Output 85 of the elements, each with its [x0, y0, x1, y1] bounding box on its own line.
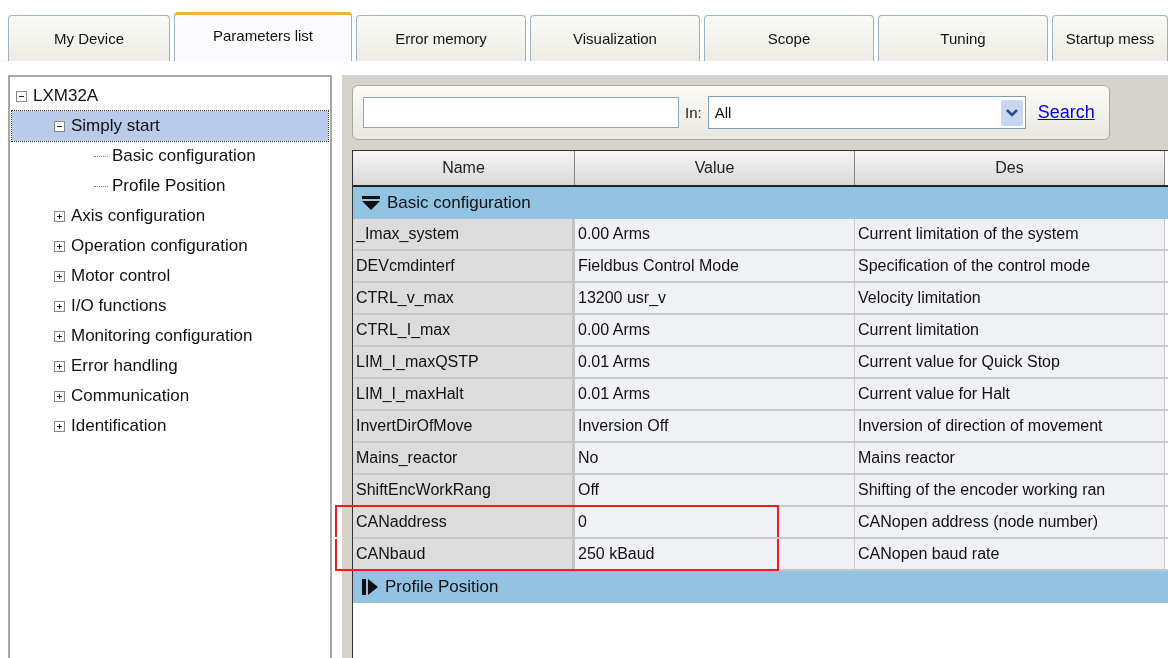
value-cell: 13200 usr_v — [575, 283, 855, 313]
name-cell: ShiftEncWorkRang — [353, 475, 575, 505]
table-row[interactable]: Mains_reactor No Mains reactor — [353, 443, 1168, 475]
description-cell: Shifting of the encoder working ran — [855, 475, 1165, 505]
value-cell: Fieldbus Control Mode — [575, 251, 855, 281]
tab[interactable]: Startup mess — [1052, 15, 1168, 61]
name-cell: _Imax_system — [353, 219, 575, 249]
table-row[interactable]: LIM_I_maxHalt 0.01 Arms Current value for Halt — [353, 379, 1168, 411]
expand-icon[interactable] — [54, 240, 65, 252]
value-cell: No — [575, 443, 855, 473]
description-cell: Current value for Quick Stop — [855, 347, 1165, 377]
table-row[interactable]: InvertDirOfMove Inversion Off Inversion of direction of movement — [353, 411, 1168, 443]
scope-dropdown[interactable]: All — [707, 96, 1026, 129]
expand-icon[interactable] — [54, 210, 65, 222]
tree-item[interactable]: Operation configuration — [12, 231, 328, 261]
description-cell: Specification of the control mode — [855, 251, 1165, 281]
tab[interactable]: My Device — [8, 15, 170, 61]
tree-item[interactable]: Simply start — [12, 111, 328, 141]
expand-icon[interactable] — [54, 270, 65, 282]
group-label: Profile Position — [385, 577, 499, 597]
name-cell: CANaddress — [353, 507, 575, 537]
tab[interactable]: Tuning — [878, 15, 1048, 61]
value-cell: 250 kBaud — [575, 539, 855, 569]
in-label: In: — [685, 104, 702, 121]
tree-item[interactable]: I/O functions — [12, 291, 328, 321]
tree-item[interactable]: Motor control — [12, 261, 328, 291]
column-header[interactable]: Name — [353, 151, 575, 185]
name-cell: CTRL_v_max — [353, 283, 575, 313]
tree-item[interactable]: Error handling — [12, 351, 328, 381]
expand-icon[interactable] — [54, 300, 65, 312]
value-cell: Off — [575, 475, 855, 505]
description-cell: Current limitation of the system — [855, 219, 1165, 249]
name-cell: InvertDirOfMove — [353, 411, 575, 441]
table-row[interactable]: DEVcmdinterf Fieldbus Control Mode Specification of the control mode — [353, 251, 1168, 283]
tab[interactable]: Parameters list — [174, 12, 352, 61]
value-cell: 0.00 Arms — [575, 219, 855, 249]
description-cell: CANopen address (node number) — [855, 507, 1165, 537]
tree-item[interactable]: Basic configuration — [12, 141, 328, 171]
column-header[interactable]: Value — [575, 151, 855, 185]
tab[interactable]: Scope — [704, 15, 874, 61]
tree-item[interactable]: Communication — [12, 381, 328, 411]
name-cell: LIM_I_maxHalt — [353, 379, 575, 409]
tree-item[interactable]: LXM32A — [12, 81, 328, 111]
expand-icon[interactable] — [54, 330, 65, 342]
expand-icon[interactable] — [54, 360, 65, 372]
value-cell: 0 — [575, 507, 855, 537]
table-row[interactable]: CTRL_v_max 13200 usr_v Velocity limitation — [353, 283, 1168, 315]
description-cell: CANopen baud rate — [855, 539, 1165, 569]
description-cell: Current value for Halt — [855, 379, 1165, 409]
collapse-icon[interactable] — [54, 120, 65, 132]
caret-icon — [1000, 99, 1023, 126]
name-cell: LIM_I_maxQSTP — [353, 347, 575, 377]
search-link[interactable]: Search — [1037, 102, 1095, 123]
tree-item[interactable]: Monitoring configuration — [12, 321, 328, 351]
value-cell: Inversion Off — [575, 411, 855, 441]
value-cell: 0.01 Arms — [575, 347, 855, 377]
description-cell: Inversion of direction of movement — [855, 411, 1165, 441]
name-cell: DEVcmdinterf — [353, 251, 575, 281]
collapse-icon[interactable] — [16, 90, 27, 102]
name-cell: Mains_reactor — [353, 443, 575, 473]
name-cell: CTRL_I_max — [353, 315, 575, 345]
group-label: Basic configuration — [387, 193, 531, 213]
group-row[interactable]: Basic configuration — [353, 187, 1168, 219]
table-row[interactable]: _Imax_system 0.00 Arms Current limitation of the system — [353, 219, 1168, 251]
table-row[interactable]: CTRL_I_max 0.00 Arms Current limitation — [353, 315, 1168, 347]
table-row[interactable]: LIM_I_maxQSTP 0.01 Arms Current value for Quick Stop — [353, 347, 1168, 379]
tree-item[interactable]: Identification — [12, 411, 328, 441]
description-cell: Mains reactor — [855, 443, 1165, 473]
collapse-icon[interactable] — [361, 195, 381, 211]
tab[interactable]: Error memory — [356, 15, 526, 61]
tab[interactable]: Visualization — [530, 15, 700, 61]
tree-item[interactable]: Axis configuration — [12, 201, 328, 231]
value-cell: 0.01 Arms — [575, 379, 855, 409]
description-cell: Current limitation — [855, 315, 1165, 345]
expand-icon[interactable] — [361, 578, 379, 596]
expand-icon[interactable] — [54, 390, 65, 402]
description-cell: Velocity limitation — [855, 283, 1165, 313]
table-row[interactable]: ShiftEncWorkRang Off Shifting of the encoder working ran — [353, 475, 1168, 507]
column-header[interactable]: Des — [855, 151, 1165, 185]
name-cell: CANbaud — [353, 539, 575, 569]
expand-icon[interactable] — [54, 420, 65, 432]
tree-item[interactable]: Profile Position — [12, 171, 328, 201]
group-row[interactable]: Profile Position — [353, 571, 1168, 603]
search-field[interactable] — [363, 97, 679, 128]
value-cell: 0.00 Arms — [575, 315, 855, 345]
